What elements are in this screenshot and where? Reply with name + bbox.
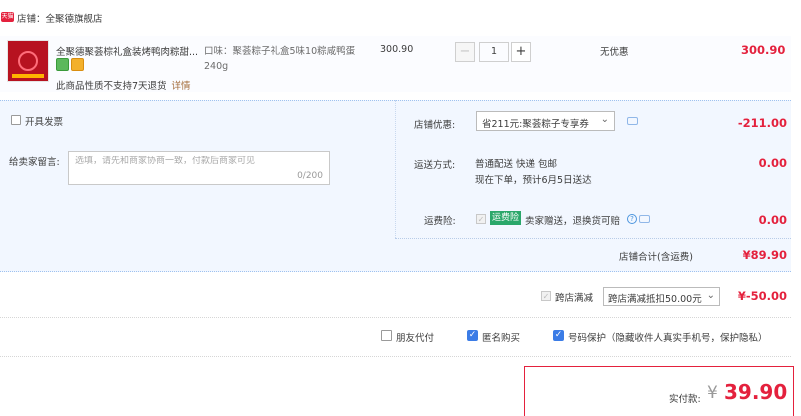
anonymous-checkbox[interactable]: ✓ (467, 330, 478, 341)
shipping-amount: 0.00 (758, 156, 787, 170)
friend-pay-checkbox[interactable] (381, 330, 392, 341)
divider (0, 317, 791, 318)
store-total-amount: ¥89.90 (742, 248, 787, 262)
chat-icon[interactable] (627, 117, 638, 125)
card-badge-icon (71, 58, 84, 71)
friend-pay-label: 朋友代付 (396, 333, 435, 344)
message-counter: 0/200 (297, 171, 323, 181)
payment-label: 实付款: (669, 394, 701, 405)
product-thumbnail[interactable] (7, 40, 49, 82)
insurance-badge: 运费险 (490, 211, 522, 225)
coupon-selected: 省211元:聚荟粽子专享券 (482, 119, 589, 130)
cross-store-select[interactable]: 跨店满减抵扣50.00元 ⌄ (603, 287, 720, 306)
chat-icon[interactable] (639, 215, 650, 223)
number-protect-label: 号码保护（隐藏收件人真实手机号，保护隐私） (568, 333, 768, 344)
quantity-input[interactable]: 1 (479, 42, 509, 62)
cross-store-checkbox: ✓ (541, 291, 551, 301)
product-sku: 口味：聚荟粽子礼盒5味10粽咸鸭蛋240g (204, 46, 356, 72)
coupon-select[interactable]: 省211元:聚荟粽子专享券 ⌄ (476, 111, 615, 131)
quantity-plus-button[interactable]: + (511, 42, 531, 62)
insurance-amount: 0.00 (758, 213, 787, 227)
cross-store-label: 跨店满减 (555, 293, 594, 304)
divider (0, 356, 791, 357)
product-title[interactable]: 全聚德聚荟棕礼盒装烤鸭肉粽甜... (56, 44, 201, 58)
insurance-label: 运费险: (424, 216, 456, 227)
insurance-checkbox: ✓ (476, 214, 486, 224)
store-total-label: 店铺合计(含运费) (619, 252, 693, 263)
discount-text: 无优惠 (600, 47, 629, 58)
service-badge-icon (56, 58, 69, 71)
divider (395, 238, 791, 239)
unit-price: 300.90 (380, 44, 414, 55)
quantity-minus-button[interactable]: − (455, 42, 475, 62)
currency-symbol: ¥ (707, 383, 718, 403)
shipping-eta: 现在下单，预计6月5日送达 (475, 175, 592, 186)
shipping-method: 普通配送 快递 包邮 (475, 159, 558, 170)
payment-amount: 39.90 (724, 380, 788, 404)
cross-store-amount: ¥-50.00 (737, 289, 787, 303)
help-icon[interactable]: ? (627, 214, 637, 224)
invoice-label: 开具发票 (25, 117, 64, 128)
shipping-label: 运送方式: (414, 160, 456, 171)
invoice-checkbox[interactable] (11, 115, 21, 125)
message-label: 给卖家留言: (9, 157, 60, 168)
divider (395, 100, 396, 238)
detail-link[interactable]: 详情 (172, 81, 191, 92)
no-return-text: 此商品性质不支持7天退货 (56, 81, 167, 92)
message-field[interactable]: 0/200 (68, 151, 330, 185)
insurance-text: 卖家赠送，退换货可赔 (525, 216, 621, 227)
coupon-amount: -211.00 (737, 116, 787, 130)
store-name[interactable]: 店铺：全聚德旗舰店 (17, 11, 103, 25)
chevron-down-icon: ⌄ (600, 114, 609, 125)
no-return-notice: 此商品性质不支持7天退货 详情 (56, 78, 191, 92)
anonymous-label: 匿名购买 (482, 333, 521, 344)
cross-store-selected: 跨店满减抵扣50.00元 (608, 294, 702, 305)
message-input[interactable] (75, 156, 295, 166)
chevron-down-icon: ⌄ (706, 290, 715, 301)
item-subtotal: 300.90 (741, 43, 786, 57)
tmall-badge: 天猫 (1, 12, 14, 22)
number-protect-checkbox[interactable]: ✓ (553, 330, 564, 341)
coupon-label: 店铺优惠: (414, 120, 456, 131)
